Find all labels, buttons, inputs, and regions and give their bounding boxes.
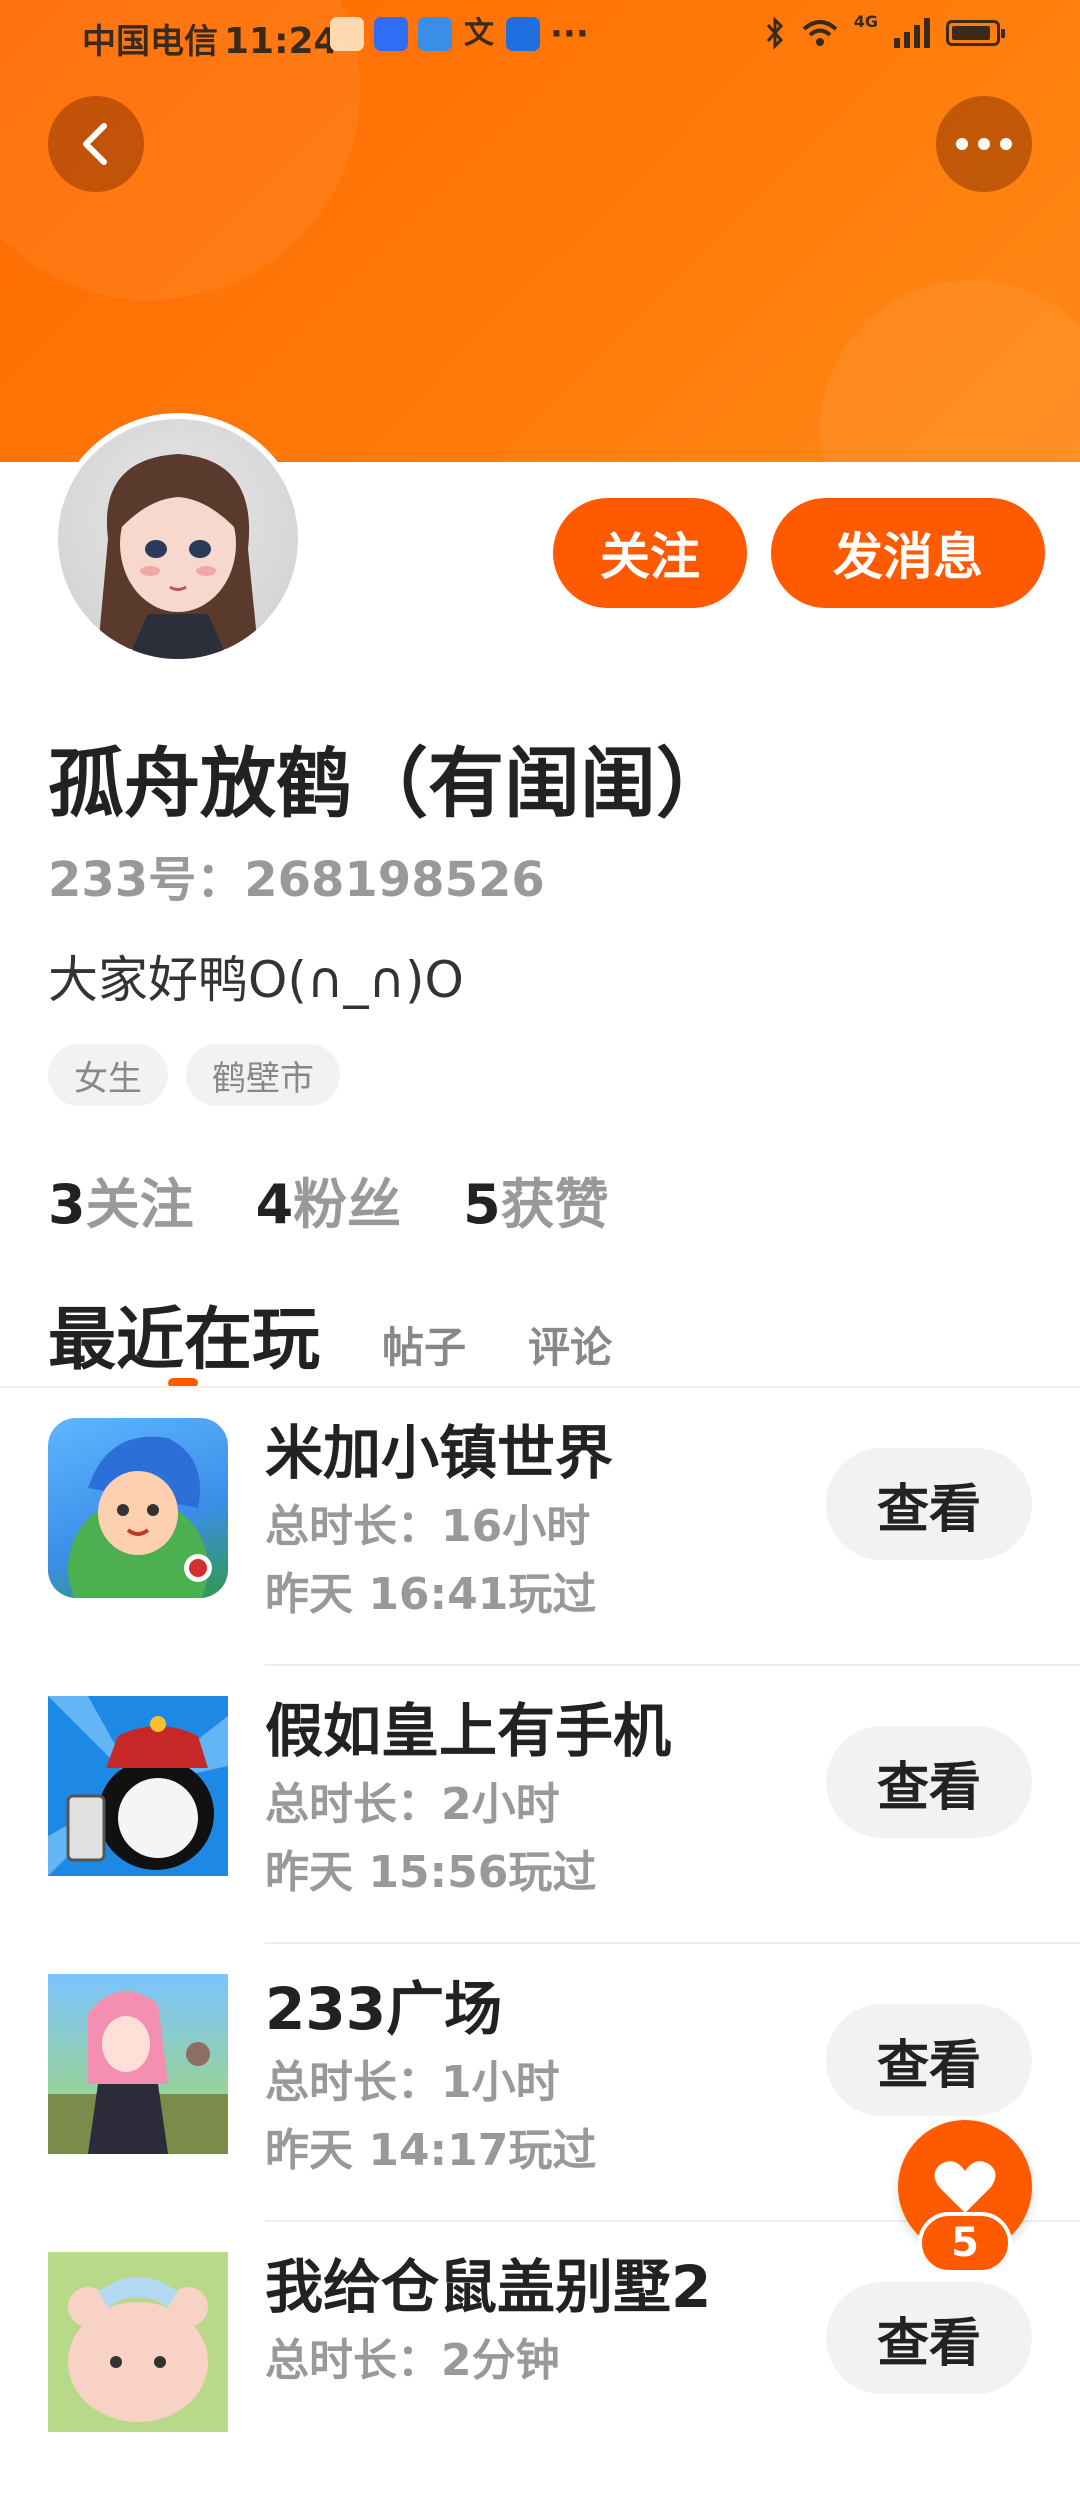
stat-following-count: 3 <box>48 1173 86 1236</box>
signal-icon <box>894 18 930 48</box>
more-options-button[interactable] <box>936 96 1032 192</box>
translate-icon: 文 <box>464 16 494 51</box>
content-tabs: 最近在玩 帖子 评论 <box>48 1284 612 1388</box>
stat-likes-label: 获赞 <box>500 1173 609 1236</box>
network-type: 4G <box>853 11 878 31</box>
profile-name: 孤舟放鹤（有闺闺） <box>48 739 732 828</box>
tab-recently-played[interactable]: 最近在玩 <box>48 1284 321 1388</box>
view-game-button[interactable]: 查看 <box>826 2282 1032 2394</box>
game-title: 233广场 <box>265 1975 503 2043</box>
like-count-badge: 5 <box>918 2212 1012 2274</box>
game-row[interactable]: 假如皇上有手机 总时长：2小时 昨天 15:56玩过 查看 <box>0 1666 1080 1944</box>
wifi-icon <box>802 20 838 46</box>
bluetooth-icon <box>766 16 783 50</box>
game-last-played: 昨天 16:41玩过 <box>265 1569 597 1620</box>
more-notifications: ··· <box>550 14 589 54</box>
stat-fans-label: 粉丝 <box>293 1173 402 1236</box>
send-message-button[interactable]: 发消息 <box>771 498 1045 608</box>
game-title: 我给仓鼠盖别墅2 <box>265 2253 712 2321</box>
game-last-played: 昨天 14:17玩过 <box>265 2125 597 2176</box>
game-duration: 总时长：2分钟 <box>265 2335 560 2386</box>
plaza-233-art <box>48 1991 228 2154</box>
game-duration: 总时长：2小时 <box>265 1779 560 1830</box>
stat-likes-count: 5 <box>463 1173 501 1236</box>
bulb-icon <box>374 17 408 51</box>
more-dots-icon <box>956 138 1012 150</box>
profile-header-banner: 中国电信 11:24 文 ··· 4G <box>0 0 1080 462</box>
view-game-button[interactable]: 查看 <box>826 1448 1032 1560</box>
game-title: 假如皇上有手机 <box>265 1697 672 1765</box>
stat-fans[interactable]: 4粉丝 <box>256 1160 402 1239</box>
gender-tag: 女生 <box>48 1044 168 1106</box>
app-notification-icon <box>330 17 364 51</box>
avatar-illustration <box>98 454 258 659</box>
user-id: 233号：268198526 <box>48 852 545 908</box>
avatar[interactable] <box>52 413 304 665</box>
follow-button[interactable]: 关注 <box>553 498 747 608</box>
tab-posts[interactable]: 帖子 <box>382 1314 466 1383</box>
profile-stats: 3关注 4粉丝 5获赞 <box>48 1160 609 1239</box>
emperor-phone-art <box>48 1696 228 1876</box>
hamster-villa-art <box>68 2277 208 2422</box>
carrier-time: 中国电信 11:24 <box>82 14 339 63</box>
status-bar: 中国电信 11:24 文 ··· 4G <box>0 0 1080 72</box>
game-title: 米加小镇世界 <box>265 1419 614 1487</box>
chevron-left-icon <box>83 123 107 165</box>
stat-fans-count: 4 <box>255 1173 294 1236</box>
stat-following-label: 关注 <box>85 1173 194 1236</box>
plaza-233-icon <box>48 1974 228 2154</box>
profile-bio: 大家好鸭O(∩_∩)O <box>48 951 464 1009</box>
notification-icons: 文 ··· <box>330 14 589 54</box>
game-duration: 总时长：16小时 <box>265 1501 591 1552</box>
header-decoration <box>820 280 1080 462</box>
stat-following[interactable]: 3关注 <box>48 1160 194 1239</box>
view-game-button[interactable]: 查看 <box>826 2004 1032 2116</box>
stat-likes[interactable]: 5获赞 <box>463 1160 609 1239</box>
system-indicators: 4G <box>764 12 1005 50</box>
hamster-villa-icon <box>48 2252 228 2432</box>
game-duration: 总时长：1小时 <box>265 2057 560 2108</box>
city-tag: 鹤壁市 <box>186 1044 340 1106</box>
robot-icon <box>506 17 540 51</box>
game-last-played: 昨天 15:56玩过 <box>265 1847 597 1898</box>
tab-comments[interactable]: 评论 <box>528 1314 612 1383</box>
tab-recently-played-label: 最近在玩 <box>48 1301 321 1380</box>
view-game-button[interactable]: 查看 <box>826 1726 1032 1838</box>
back-button[interactable] <box>48 96 144 192</box>
browser-icon <box>418 17 452 51</box>
profile-tags: 女生 鹤壁市 <box>48 1044 340 1106</box>
heart-icon <box>934 2161 996 2213</box>
miga-town-art <box>68 1436 212 1598</box>
miga-town-icon <box>48 1418 228 1598</box>
emperor-phone-icon <box>48 1696 228 1876</box>
game-row[interactable]: 米加小镇世界 总时长：16小时 昨天 16:41玩过 查看 <box>0 1388 1080 1666</box>
game-row[interactable]: 我给仓鼠盖别墅2 总时长：2分钟 查看 <box>0 2222 1080 2500</box>
carrier-name: 中国电信 <box>82 22 218 62</box>
clock: 11:24 <box>224 21 339 62</box>
battery-icon <box>946 20 1005 46</box>
